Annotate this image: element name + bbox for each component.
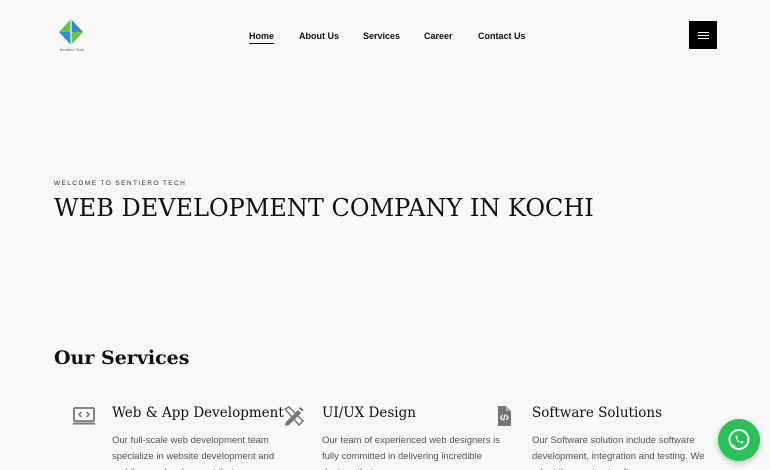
service-desc: Our Software solution include software d…: [532, 435, 705, 470]
hero-eyebrow: WELCOME TO SENTIERO TECH: [54, 180, 187, 187]
services-heading: Our Services: [54, 347, 190, 369]
main-nav: Home About Us Services Career Contact Us: [0, 31, 770, 47]
site-header: Sentiero Tech Home About Us Services Car…: [0, 0, 770, 72]
nav-home[interactable]: Home: [249, 31, 275, 44]
nav-about-us[interactable]: About Us: [299, 31, 339, 41]
nav-services[interactable]: Services: [363, 31, 400, 41]
design-tools-icon: [282, 404, 306, 428]
service-title: Software Solutions: [532, 405, 663, 421]
service-title: UI/UX Design: [322, 405, 416, 421]
code-file-icon: [492, 404, 516, 428]
nav-contact-us[interactable]: Contact Us: [478, 31, 526, 41]
logo-text: Sentiero Tech: [59, 47, 85, 52]
hamburger-icon[interactable]: [689, 21, 717, 49]
service-desc: Our team of experienced web designers is…: [322, 435, 500, 470]
code-monitor-icon: [72, 404, 96, 428]
nav-career[interactable]: Career: [424, 31, 453, 41]
service-title: Web & App Development: [112, 405, 284, 421]
hero-title: WEB DEVELOPMENT COMPANY IN KOCHI: [54, 194, 594, 222]
whatsapp-icon[interactable]: [718, 419, 760, 461]
service-desc: Our full-scale web development team spec…: [112, 435, 275, 470]
